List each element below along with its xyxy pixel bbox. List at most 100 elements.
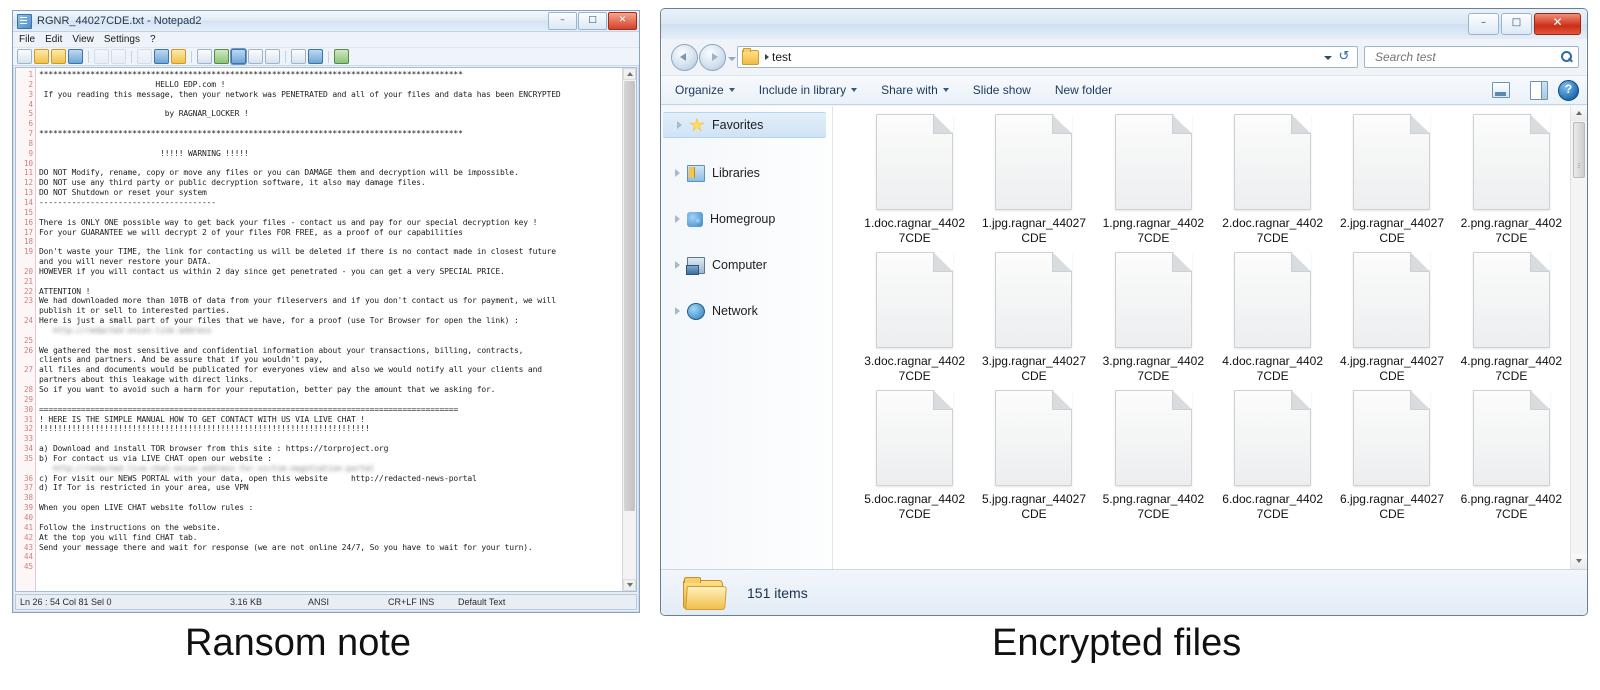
menu-view[interactable]: View	[72, 34, 94, 45]
sidebar-item-favorites[interactable]: Favorites	[663, 112, 826, 138]
breadcrumb-test[interactable]: test	[772, 50, 1321, 64]
generic-file-icon[interactable]	[995, 390, 1073, 486]
scroll-up-arrow-icon[interactable]	[1571, 106, 1587, 121]
paste-icon[interactable]	[171, 49, 186, 64]
expand-chevron-right-icon[interactable]	[675, 215, 680, 223]
generic-file-icon[interactable]	[1472, 390, 1550, 486]
menu-file[interactable]: File	[19, 34, 35, 45]
file-item[interactable]: 2.jpg.ragnar_44027CDE	[1332, 114, 1451, 246]
generic-file-icon[interactable]	[1353, 390, 1431, 486]
new-folder-button[interactable]: New folder	[1055, 83, 1112, 97]
scrollbar-thumb[interactable]	[1573, 122, 1585, 178]
file-item[interactable]: 5.jpg.ragnar_44027CDE	[974, 390, 1093, 522]
maximize-button[interactable]: □	[1501, 13, 1532, 35]
notepad2-text-area[interactable]: ****************************************…	[36, 68, 622, 591]
sidebar-item-homegroup[interactable]: Homegroup	[661, 208, 832, 230]
cut-icon[interactable]	[137, 49, 152, 64]
search-input[interactable]	[1373, 49, 1560, 65]
exit-icon[interactable]	[334, 49, 349, 64]
generic-file-icon[interactable]	[1114, 252, 1192, 348]
generic-file-icon[interactable]	[1472, 114, 1550, 210]
undo-icon[interactable]	[94, 49, 109, 64]
reload-file-icon[interactable]	[51, 49, 66, 64]
generic-file-icon[interactable]	[1114, 114, 1192, 210]
notepad2-editor[interactable]: 1 2 3 4 5 6 7 8 9 10 11 12 13 14 15 16 17 18 19 20 21 22 23 24 2…	[15, 67, 637, 592]
file-item[interactable]: 1.doc.ragnar_44027CDE	[855, 114, 974, 246]
search-icon[interactable]	[1560, 50, 1574, 64]
preview-pane-icon[interactable]	[1530, 80, 1548, 100]
include-in-library-button[interactable]: Include in library	[759, 83, 858, 97]
file-item[interactable]: 1.png.ragnar_44027CDE	[1094, 114, 1213, 246]
zoom-out-icon[interactable]	[265, 49, 280, 64]
address-chevron-down-icon[interactable]	[1321, 50, 1335, 64]
generic-file-icon[interactable]	[1472, 252, 1550, 348]
help-icon[interactable]	[1558, 79, 1579, 101]
zoom-in-icon[interactable]	[248, 49, 263, 64]
file-item[interactable]: 3.jpg.ragnar_44027CDE	[974, 252, 1093, 384]
generic-file-icon[interactable]	[995, 252, 1073, 348]
file-item[interactable]: 2.doc.ragnar_44027CDE	[1213, 114, 1332, 246]
scheme-icon[interactable]	[291, 49, 306, 64]
file-item[interactable]: 5.doc.ragnar_44027CDE	[855, 390, 974, 522]
change-view-icon[interactable]	[1492, 82, 1510, 98]
file-item[interactable]: 3.png.ragnar_44027CDE	[1094, 252, 1213, 384]
close-button[interactable]: ✕	[1534, 13, 1581, 35]
word-wrap-icon[interactable]	[231, 49, 246, 64]
sidebar-item-libraries[interactable]: Libraries	[661, 162, 832, 184]
notepad2-titlebar[interactable]: RGNR_44027CDE.txt - Notepad2 – □ ✕	[13, 11, 639, 32]
scrollbar-thumb[interactable]	[624, 81, 635, 511]
expand-chevron-right-icon[interactable]	[677, 121, 682, 129]
file-item[interactable]: 1.jpg.ragnar_44027CDE	[974, 114, 1093, 246]
replace-icon[interactable]	[214, 49, 229, 64]
generic-file-icon[interactable]	[1114, 390, 1192, 486]
minimize-button[interactable]: –	[1468, 13, 1499, 35]
organize-button[interactable]: Organize	[675, 83, 735, 97]
scroll-up-arrow-icon[interactable]	[623, 68, 636, 80]
file-item[interactable]: 4.doc.ragnar_44027CDE	[1213, 252, 1332, 384]
copy-icon[interactable]	[154, 49, 169, 64]
generic-file-icon[interactable]	[1234, 390, 1312, 486]
file-item[interactable]: 6.doc.ragnar_44027CDE	[1213, 390, 1332, 522]
file-item[interactable]: 4.jpg.ragnar_44027CDE	[1332, 252, 1451, 384]
generic-file-icon[interactable]	[876, 252, 954, 348]
back-button[interactable]	[671, 43, 698, 71]
menu-edit[interactable]: Edit	[45, 34, 62, 45]
file-item[interactable]: 2.png.ragnar_44027CDE	[1452, 114, 1571, 246]
generic-file-icon[interactable]	[995, 114, 1073, 210]
redo-icon[interactable]	[111, 49, 126, 64]
close-button[interactable]: ✕	[608, 12, 637, 30]
expand-chevron-right-icon[interactable]	[675, 261, 680, 269]
menu-settings[interactable]: Settings	[104, 34, 140, 45]
generic-file-icon[interactable]	[876, 114, 954, 210]
generic-file-icon[interactable]	[1353, 252, 1431, 348]
file-list-vertical-scrollbar[interactable]	[1570, 106, 1587, 569]
explorer-file-list[interactable]: 1.doc.ragnar_44027CDE 1.jpg.ragnar_44027C…	[833, 106, 1587, 569]
generic-file-icon[interactable]	[1234, 252, 1312, 348]
open-file-icon[interactable]	[34, 49, 49, 64]
menu-help[interactable]: ?	[150, 34, 156, 45]
file-item[interactable]: 5.png.ragnar_44027CDE	[1094, 390, 1213, 522]
sidebar-item-network[interactable]: Network	[661, 300, 832, 322]
new-file-icon[interactable]	[17, 49, 32, 64]
recent-pages-chevron-down-icon[interactable]	[727, 46, 737, 68]
explorer-titlebar[interactable]: – □ ✕	[661, 9, 1587, 39]
share-with-button[interactable]: Share with	[881, 83, 949, 97]
file-item[interactable]: 6.png.ragnar_44027CDE	[1452, 390, 1571, 522]
file-item[interactable]: 4.png.ragnar_44027CDE	[1452, 252, 1571, 384]
file-item[interactable]: 3.doc.ragnar_44027CDE	[855, 252, 974, 384]
generic-file-icon[interactable]	[1234, 114, 1312, 210]
forward-button[interactable]	[699, 43, 726, 71]
favorites-icon[interactable]	[308, 49, 323, 64]
generic-file-icon[interactable]	[1353, 114, 1431, 210]
scroll-down-arrow-icon[interactable]	[1571, 554, 1587, 569]
refresh-icon[interactable]: ↺	[1335, 50, 1353, 64]
file-item[interactable]: 6.jpg.ragnar_44027CDE	[1332, 390, 1451, 522]
minimize-button[interactable]: –	[548, 12, 577, 30]
generic-file-icon[interactable]	[876, 390, 954, 486]
maximize-button[interactable]: □	[578, 12, 607, 30]
address-bar[interactable]: test ↺	[737, 46, 1358, 68]
expand-chevron-right-icon[interactable]	[675, 307, 680, 315]
scroll-down-arrow-icon[interactable]	[623, 579, 636, 591]
editor-vertical-scrollbar[interactable]	[622, 68, 636, 591]
save-file-icon[interactable]	[68, 49, 83, 64]
